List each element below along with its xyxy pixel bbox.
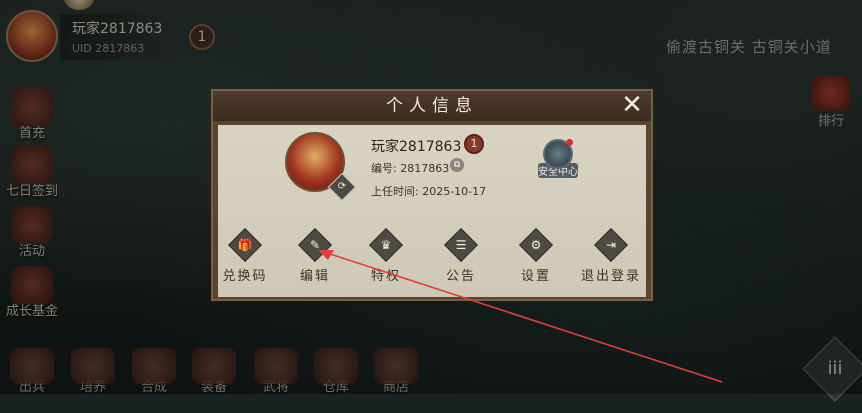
annotation-arrow — [318, 250, 723, 383]
arrow-line — [323, 251, 723, 383]
